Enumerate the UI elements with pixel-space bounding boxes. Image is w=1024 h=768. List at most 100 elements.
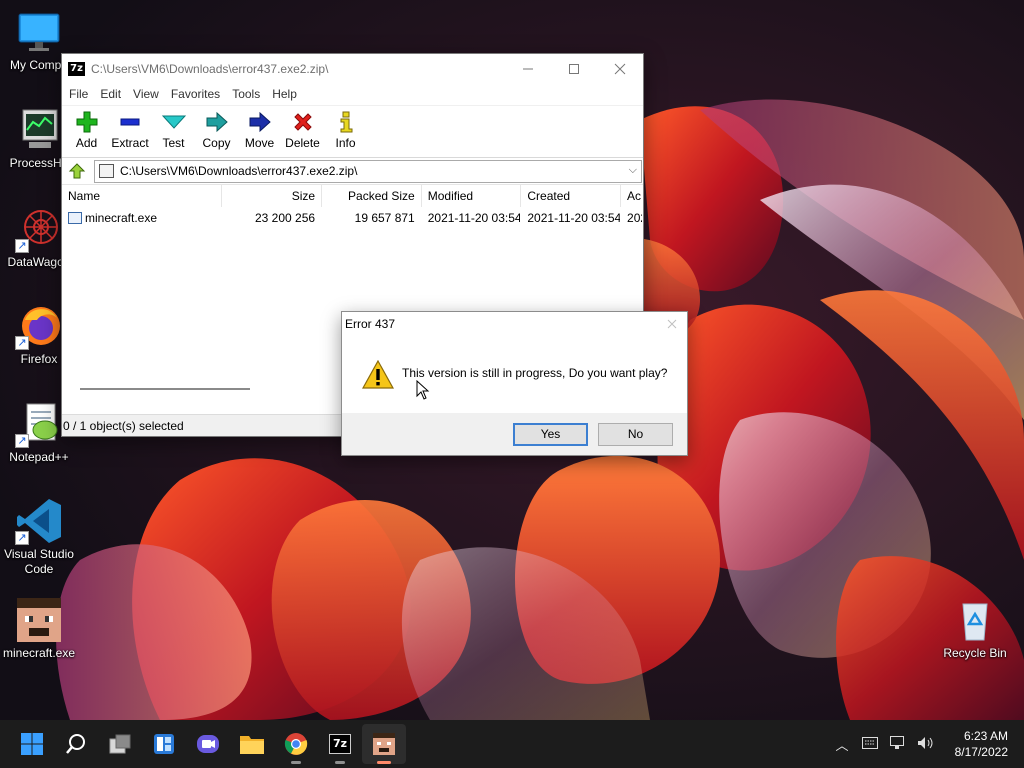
widgets-button[interactable] bbox=[142, 724, 186, 764]
start-button[interactable] bbox=[10, 724, 54, 764]
firefox-icon: ↗ bbox=[15, 302, 63, 350]
test-label: Test bbox=[162, 136, 185, 150]
datawagon-icon: ↗ bbox=[15, 205, 63, 253]
7zip-taskbar-button[interactable]: 7z bbox=[318, 724, 362, 764]
column-header-created[interactable]: Created bbox=[521, 185, 622, 207]
close-button[interactable] bbox=[597, 54, 643, 83]
up-arrow-icon bbox=[68, 163, 86, 179]
copy-button[interactable]: Copy bbox=[195, 108, 238, 150]
horizontal-scrollbar[interactable] bbox=[80, 388, 250, 390]
minus-icon bbox=[120, 118, 140, 126]
chat-button[interactable] bbox=[186, 724, 230, 764]
shortcut-arrow-icon: ↗ bbox=[15, 434, 29, 448]
chrome-icon bbox=[284, 733, 308, 755]
list-header: Name Size Packed Size Modified Created A… bbox=[62, 185, 643, 207]
arrow-right-icon bbox=[249, 111, 271, 133]
warning-icon bbox=[362, 359, 394, 389]
vscode-icon: ↗ bbox=[15, 497, 63, 545]
menu-help[interactable]: Help bbox=[266, 87, 303, 101]
dialog-body: This version is still in progress, Do yo… bbox=[342, 336, 687, 413]
window-titlebar[interactable]: 7z C:\Users\VM6\Downloads\error437.exe2.… bbox=[62, 54, 643, 83]
column-header-size[interactable]: Size bbox=[222, 185, 323, 207]
process-hacker-icon bbox=[15, 106, 63, 154]
dialog-titlebar[interactable]: Error 437 bbox=[342, 312, 687, 336]
info-button[interactable]: Info bbox=[324, 108, 367, 150]
check-icon bbox=[161, 115, 186, 129]
chat-icon bbox=[197, 735, 219, 753]
file-explorer-button[interactable] bbox=[230, 724, 274, 764]
7zip-logo-icon: 7z bbox=[68, 61, 85, 76]
maximize-button[interactable] bbox=[551, 54, 597, 83]
info-label: Info bbox=[335, 136, 356, 150]
clock[interactable]: 6:23 AM 8/17/2022 bbox=[940, 728, 1016, 760]
desktop-icon-vscode[interactable]: ↗ Visual Studio Code bbox=[0, 497, 78, 577]
task-view-button[interactable] bbox=[98, 724, 142, 764]
desktop-icon-label: Notepad++ bbox=[9, 450, 69, 464]
address-combobox[interactable]: C:\Users\VM6\Downloads\error437.exe2.zip… bbox=[94, 159, 642, 183]
minecraft-icon bbox=[373, 733, 395, 755]
minimize-button[interactable] bbox=[505, 54, 551, 83]
file-explorer-icon bbox=[240, 736, 264, 754]
volume-icon[interactable] bbox=[912, 736, 940, 753]
chevron-down-icon[interactable]: ⌵ bbox=[629, 164, 637, 177]
minecraft-taskbar-button[interactable] bbox=[362, 724, 406, 764]
desktop-icon-recycle-bin[interactable]: Recycle Bin bbox=[936, 596, 1014, 661]
move-button[interactable]: Move bbox=[238, 108, 281, 150]
dialog-close-button[interactable] bbox=[657, 316, 687, 332]
shortcut-arrow-icon: ↗ bbox=[15, 336, 29, 350]
desktop-icon-minecraft[interactable]: minecraft.exe bbox=[0, 596, 78, 661]
7zip-icon: 7z bbox=[329, 734, 351, 754]
clock-date: 8/17/2022 bbox=[954, 745, 1008, 759]
cell-accessed: 202 bbox=[627, 211, 642, 225]
delete-label: Delete bbox=[285, 136, 320, 150]
delete-button[interactable]: Delete bbox=[281, 108, 324, 150]
menu-edit[interactable]: Edit bbox=[94, 87, 127, 101]
no-button[interactable]: No bbox=[598, 422, 673, 446]
archive-icon bbox=[99, 164, 114, 178]
column-header-name[interactable]: Name bbox=[62, 185, 223, 207]
menu-favorites[interactable]: Favorites bbox=[165, 87, 226, 101]
arrow-right-icon bbox=[206, 111, 228, 133]
extract-button[interactable]: Extract bbox=[108, 108, 152, 150]
table-row[interactable]: minecraft.exe 23 200 256 19 657 871 2021… bbox=[62, 207, 643, 229]
close-icon bbox=[614, 63, 626, 74]
info-icon bbox=[340, 111, 352, 133]
add-button[interactable]: Add bbox=[65, 108, 108, 150]
taskbar: 7z ︿ 6:23 AM 8/17/2022 bbox=[0, 720, 1024, 768]
toolbar: Add Extract Test Copy Move Delete Info bbox=[62, 105, 643, 157]
yes-button[interactable]: Yes bbox=[513, 422, 588, 446]
address-text: C:\Users\VM6\Downloads\error437.exe2.zip… bbox=[120, 164, 358, 178]
x-icon bbox=[293, 113, 312, 131]
chevron-up-icon[interactable]: ︿ bbox=[828, 735, 856, 754]
task-view-icon bbox=[109, 734, 131, 754]
notepadpp-icon: ↗ bbox=[15, 400, 63, 448]
cell-modified: 2021-11-20 03:54 bbox=[427, 211, 522, 225]
menu-tools[interactable]: Tools bbox=[226, 87, 266, 101]
search-icon bbox=[66, 734, 85, 754]
clock-time: 6:23 AM bbox=[963, 729, 1008, 743]
test-button[interactable]: Test bbox=[152, 108, 195, 150]
menu-view[interactable]: View bbox=[127, 87, 165, 101]
menu-file[interactable]: File bbox=[63, 87, 94, 101]
column-header-packed-size[interactable]: Packed Size bbox=[322, 185, 422, 207]
cell-created: 2021-11-20 03:54 bbox=[527, 211, 622, 225]
shortcut-arrow-icon: ↗ bbox=[15, 239, 29, 253]
chrome-button[interactable] bbox=[274, 724, 318, 764]
address-row: C:\Users\VM6\Downloads\error437.exe2.zip… bbox=[62, 157, 643, 184]
column-header-modified[interactable]: Modified bbox=[422, 185, 522, 207]
error-dialog[interactable]: Error 437 This version is still in progr… bbox=[341, 311, 688, 456]
search-button[interactable] bbox=[54, 724, 98, 764]
minecraft-icon bbox=[15, 596, 63, 644]
shortcut-arrow-icon: ↗ bbox=[15, 531, 29, 545]
keyboard-icon[interactable] bbox=[856, 736, 884, 752]
up-folder-button[interactable] bbox=[66, 160, 88, 182]
copy-label: Copy bbox=[202, 136, 231, 150]
dialog-title: Error 437 bbox=[345, 317, 396, 331]
maximize-icon bbox=[569, 63, 579, 74]
recycle-bin-icon bbox=[951, 596, 999, 644]
column-header-accessed[interactable]: Ac bbox=[621, 185, 643, 207]
monitor-icon bbox=[15, 8, 63, 56]
network-icon[interactable] bbox=[884, 735, 912, 753]
system-tray: ︿ 6:23 AM 8/17/2022 bbox=[828, 720, 1024, 768]
minimize-icon bbox=[523, 68, 533, 69]
